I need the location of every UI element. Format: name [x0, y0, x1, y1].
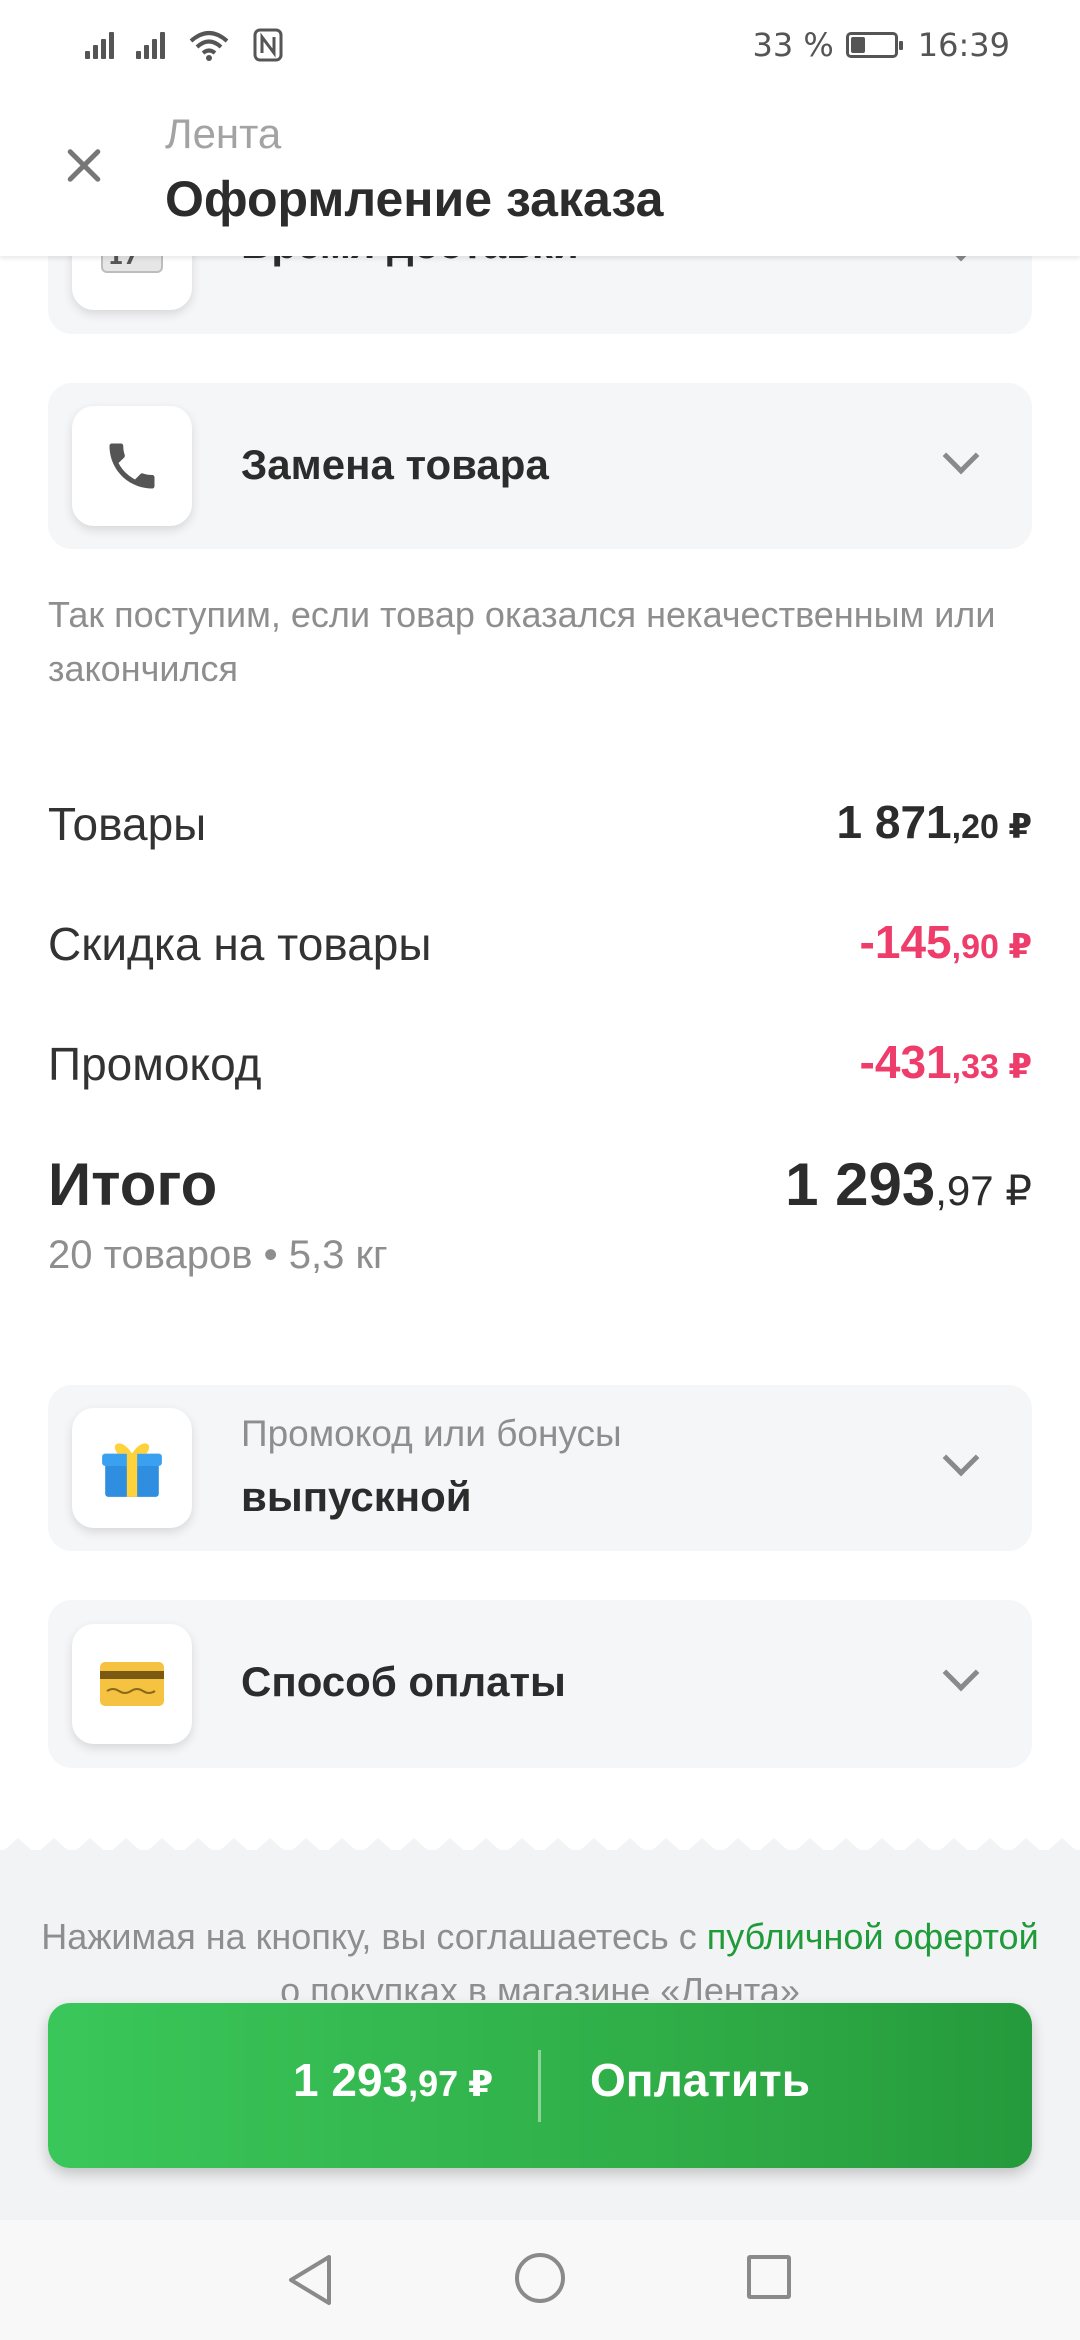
promocode-label: Промокод [48, 1038, 262, 1090]
system-nav-bar [0, 2220, 1080, 2340]
offer-link[interactable]: публичной офертой [707, 1916, 1039, 1957]
page-title: Оформление заказа [165, 171, 664, 227]
total-meta: 20 товаров • 5,3 кг [48, 1233, 388, 1277]
promocode-kop: ,33 ₽ [951, 1048, 1032, 1086]
goods-kop: ,20 ₽ [951, 808, 1032, 846]
promo-card[interactable]: Промокод или бонусы выпускной [48, 1385, 1032, 1551]
status-icons-right: 33 % 16:39 [752, 26, 1010, 64]
chevron-down-icon [942, 437, 980, 475]
goods-label: Товары [48, 798, 207, 850]
pay-divider [538, 2050, 541, 2122]
payment-card[interactable]: Способ оплаты [48, 1600, 1032, 1768]
total-kop: ,97 ₽ [935, 1167, 1032, 1214]
payment-label: Способ оплаты [241, 1658, 566, 1705]
replacement-label: Замена товара [241, 441, 549, 488]
total-rub: 1 293 [785, 1151, 936, 1218]
pay-button[interactable]: 1 293,97 ₽ Оплатить [48, 2003, 1032, 2168]
promocode-rub: -431 [859, 1036, 952, 1088]
promo-label: Промокод или бонусы [241, 1413, 622, 1454]
total-label: Итого [48, 1151, 218, 1218]
agreement-after: о покупках в магазине «Лента» [280, 1970, 800, 2000]
replacement-card[interactable]: Замена товара [48, 383, 1032, 549]
chevron-down-icon [942, 1439, 980, 1477]
phone-icon [72, 406, 192, 526]
promo-value: выпускной [241, 1473, 472, 1520]
status-icons-left [85, 28, 283, 62]
close-icon[interactable] [58, 140, 108, 190]
signal-icon-2 [136, 31, 165, 59]
nfc-icon [253, 28, 283, 62]
recent-apps-icon[interactable] [747, 2255, 791, 2299]
discount-kop: ,90 ₽ [951, 928, 1032, 966]
wifi-icon [189, 31, 229, 61]
goods-value: 1 871,20 ₽ [837, 795, 1033, 849]
chevron-down-icon [942, 1654, 980, 1692]
replacement-hint: Так поступим, если товар оказался некаче… [48, 594, 996, 689]
home-icon[interactable] [515, 2253, 565, 2303]
discount-value: -145,90 ₽ [860, 915, 1032, 969]
battery-icon [845, 32, 903, 58]
back-icon[interactable] [285, 2253, 335, 2307]
discount-rub: -145 [859, 916, 952, 968]
status-bar: 33 % 16:39 [0, 0, 1080, 90]
credit-card-icon [72, 1624, 192, 1744]
pay-amount: 1 293,97 ₽ [293, 2053, 493, 2107]
agreement-before: Нажимая на кнопку, вы соглашаетесь с [41, 1916, 707, 1957]
discount-label: Скидка на товары [48, 918, 432, 970]
clock: 16:39 [917, 26, 1010, 64]
gift-icon [72, 1408, 192, 1528]
agreement-text: Нажимая на кнопку, вы соглашаетесь с пуб… [30, 1910, 1050, 2000]
total-value: 1 293,97 ₽ [785, 1150, 1032, 1219]
header-subtitle: Лента [165, 110, 282, 157]
pay-label: Оплатить [590, 2054, 810, 2106]
promocode-value: -431,33 ₽ [860, 1035, 1032, 1089]
battery-percent: 33 % [752, 26, 834, 64]
pay-amount-rub: 1 293 [293, 2054, 409, 2106]
goods-rub: 1 871 [836, 796, 952, 848]
header: Лента Оформление заказа [0, 90, 1080, 256]
pay-amount-kop: ,97 ₽ [408, 2063, 494, 2104]
signal-icon [85, 31, 114, 59]
